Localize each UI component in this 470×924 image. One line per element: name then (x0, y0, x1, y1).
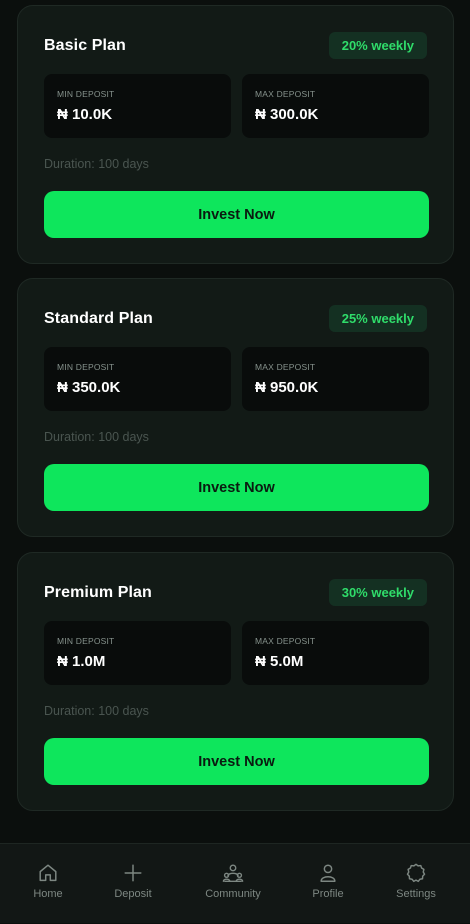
plan-duration: Duration: 100 days (44, 157, 149, 171)
nav-item-settings[interactable]: Settings (376, 844, 456, 924)
nav-label-settings: Settings (396, 888, 436, 900)
plus-icon (122, 862, 144, 884)
bottom-navigation: Home Deposit Community Profile Settings (0, 843, 470, 923)
nav-item-profile[interactable]: Profile (288, 844, 368, 924)
max-deposit-label: MAX DEPOSIT (255, 636, 316, 646)
max-deposit-box: MAX DEPOSIT ₦ 950.0K (242, 347, 429, 411)
rate-badge: 20% weekly (328, 32, 427, 59)
max-deposit-box: MAX DEPOSIT ₦ 5.0M (242, 621, 429, 685)
min-deposit-label: MIN DEPOSIT (57, 89, 115, 99)
gear-icon (405, 862, 427, 884)
plan-title: Standard Plan (44, 310, 153, 327)
max-deposit-label: MAX DEPOSIT (255, 89, 316, 99)
min-deposit-label: MIN DEPOSIT (57, 636, 115, 646)
max-deposit-value: ₦ 950.0K (255, 379, 319, 396)
community-icon (222, 862, 244, 884)
min-deposit-value: ₦ 1.0M (57, 653, 106, 670)
plan-card-premium: Premium Plan 30% weekly MIN DEPOSIT ₦ 1.… (17, 552, 454, 811)
min-deposit-box: MIN DEPOSIT ₦ 1.0M (44, 621, 231, 685)
invest-now-button[interactable]: Invest Now (44, 464, 429, 511)
plan-duration: Duration: 100 days (44, 430, 149, 444)
rate-badge: 25% weekly (328, 305, 427, 332)
min-deposit-label: MIN DEPOSIT (57, 362, 115, 372)
min-deposit-box: MIN DEPOSIT ₦ 10.0K (44, 74, 231, 138)
min-deposit-value: ₦ 10.0K (57, 106, 113, 123)
max-deposit-box: MAX DEPOSIT ₦ 300.0K (242, 74, 429, 138)
min-deposit-box: MIN DEPOSIT ₦ 350.0K (44, 347, 231, 411)
nav-item-community[interactable]: Community (193, 844, 273, 924)
home-icon (37, 862, 59, 884)
nav-label-profile: Profile (312, 888, 344, 900)
max-deposit-value: ₦ 5.0M (255, 653, 304, 670)
nav-item-deposit[interactable]: Deposit (93, 844, 173, 924)
max-deposit-label: MAX DEPOSIT (255, 362, 316, 372)
nav-label-community: Community (205, 888, 261, 900)
invest-now-button[interactable]: Invest Now (44, 191, 429, 238)
plan-title: Basic Plan (44, 37, 126, 54)
max-deposit-value: ₦ 300.0K (255, 106, 319, 123)
plan-card-standard: Standard Plan 25% weekly MIN DEPOSIT ₦ 3… (17, 278, 454, 537)
plan-card-basic: Basic Plan 20% weekly MIN DEPOSIT ₦ 10.0… (17, 5, 454, 264)
plan-duration: Duration: 100 days (44, 704, 149, 718)
invest-now-button[interactable]: Invest Now (44, 738, 429, 785)
nav-label-home: Home (33, 888, 63, 900)
rate-badge: 30% weekly (328, 579, 427, 606)
user-icon (317, 862, 339, 884)
nav-label-deposit: Deposit (114, 888, 152, 900)
nav-item-home[interactable]: Home (8, 844, 88, 924)
plan-title: Premium Plan (44, 584, 152, 601)
min-deposit-value: ₦ 350.0K (57, 379, 121, 396)
